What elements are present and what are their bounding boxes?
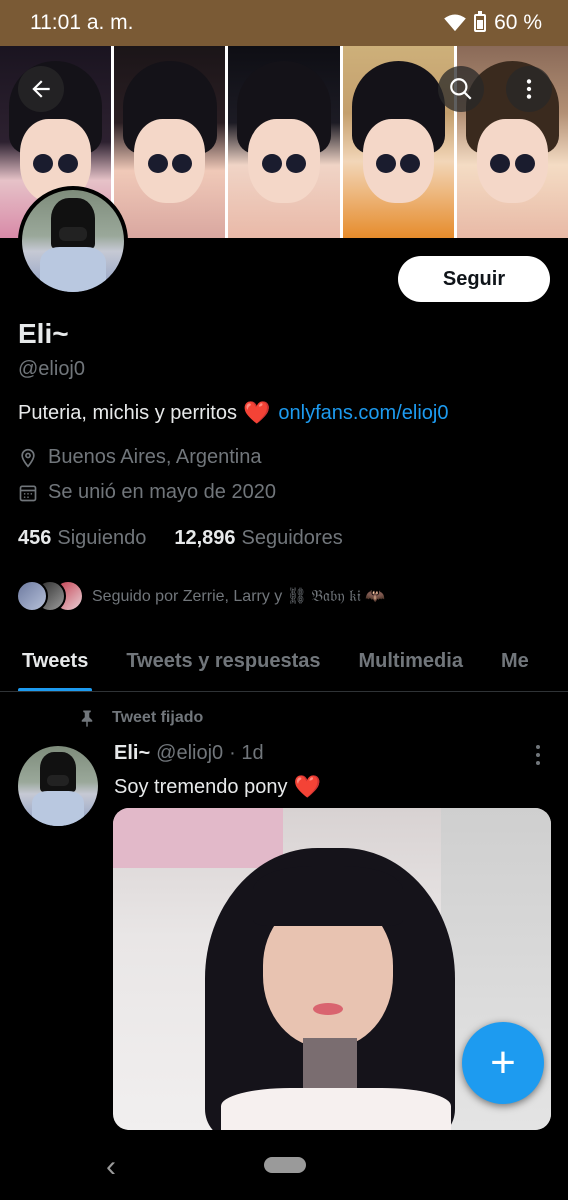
pin-icon [81,710,93,727]
follow-button[interactable]: Seguir [398,256,550,302]
tab-tweets[interactable]: Tweets [17,630,93,691]
nav-home-pill[interactable] [264,1157,306,1173]
nav-back-button[interactable]: ‹ [106,1150,116,1184]
tweet-header: Eli~ @elioj0 · 1d [114,742,264,765]
tweet-more-button[interactable] [526,742,550,768]
pinned-indicator: Tweet fijado [78,708,203,728]
compose-tweet-button[interactable]: + [462,1022,544,1104]
calendar-icon [19,485,37,501]
tweet-author-avatar[interactable] [18,746,98,826]
arrow-left-icon [32,80,50,98]
heart-emoji: ❤️ [293,774,321,799]
profile-joined: Se unió en mayo de 2020 [18,481,276,504]
battery-percent: 60 % [494,11,542,34]
following-count: 456 [18,527,52,549]
status-icons: 60 % [444,11,542,35]
tab-likes[interactable]: Me [501,630,529,691]
profile-avatar[interactable] [18,186,128,296]
location-text: Buenos Aires, Argentina [48,446,262,468]
profile-name: Eli~ [18,318,69,349]
following-link[interactable]: 456 Siguiendo [18,527,146,550]
following-label: Siguiendo [57,527,147,549]
more-vertical-icon [526,79,532,99]
tweet-body: Soy tremendo pony [114,775,288,798]
status-time: 11:01 a. m. [30,11,134,34]
followers-link[interactable]: 12,896 Seguidores [174,527,342,550]
back-button[interactable] [18,66,64,112]
status-bar: 11:01 a. m. 60 % [0,0,568,46]
battery-icon [474,11,487,32]
banner-panel [228,46,343,238]
heart-emoji: ❤️ [242,400,271,425]
search-button[interactable] [438,66,484,112]
followed-by[interactable]: Seguido por Zerrie, Larry y ⛓ 𝔅𝔞𝔟𝔶 𝔨𝔦 🦇 [16,580,385,612]
banner-panel [114,46,229,238]
tweet-author-name[interactable]: Eli~ [114,742,150,765]
pinned-label: Tweet fijado [112,709,204,726]
bio-link[interactable]: onlyfans.com/elioj0 [278,402,448,425]
follower-avatars [16,580,84,612]
more-options-button[interactable] [506,66,552,112]
tab-tweets-replies[interactable]: Tweets y respuestas [126,630,320,691]
bio-text: Puteria, michis y perritos [18,401,237,424]
location-pin-icon [21,448,35,468]
joined-text: Se unió en mayo de 2020 [48,481,276,503]
tweet-author-handle: @elioj0 [156,742,224,764]
follow-counts: 456 Siguiendo 12,896 Seguidores [18,527,343,550]
banner-panel [342,46,457,238]
profile-bio: Puteria, michis y perritos ❤️ onlyfans.c… [18,400,448,426]
profile-location: Buenos Aires, Argentina [18,446,261,469]
followers-count: 12,896 [174,527,236,549]
profile-tabs: Tweets Tweets y respuestas Multimedia Me [0,630,568,692]
tweet-text: Soy tremendo pony ❤️ [114,774,321,800]
followed-by-text: Seguido por Zerrie, Larry y ⛓ 𝔅𝔞𝔟𝔶 𝔨𝔦 🦇 [92,588,386,605]
tab-media[interactable]: Multimedia [359,630,463,691]
wifi-icon [444,14,466,32]
profile-handle: @elioj0 [18,358,86,380]
tweet-time: · 1d [229,742,264,764]
search-icon [450,78,472,100]
avatar [16,580,48,612]
followers-label: Seguidores [241,527,343,549]
